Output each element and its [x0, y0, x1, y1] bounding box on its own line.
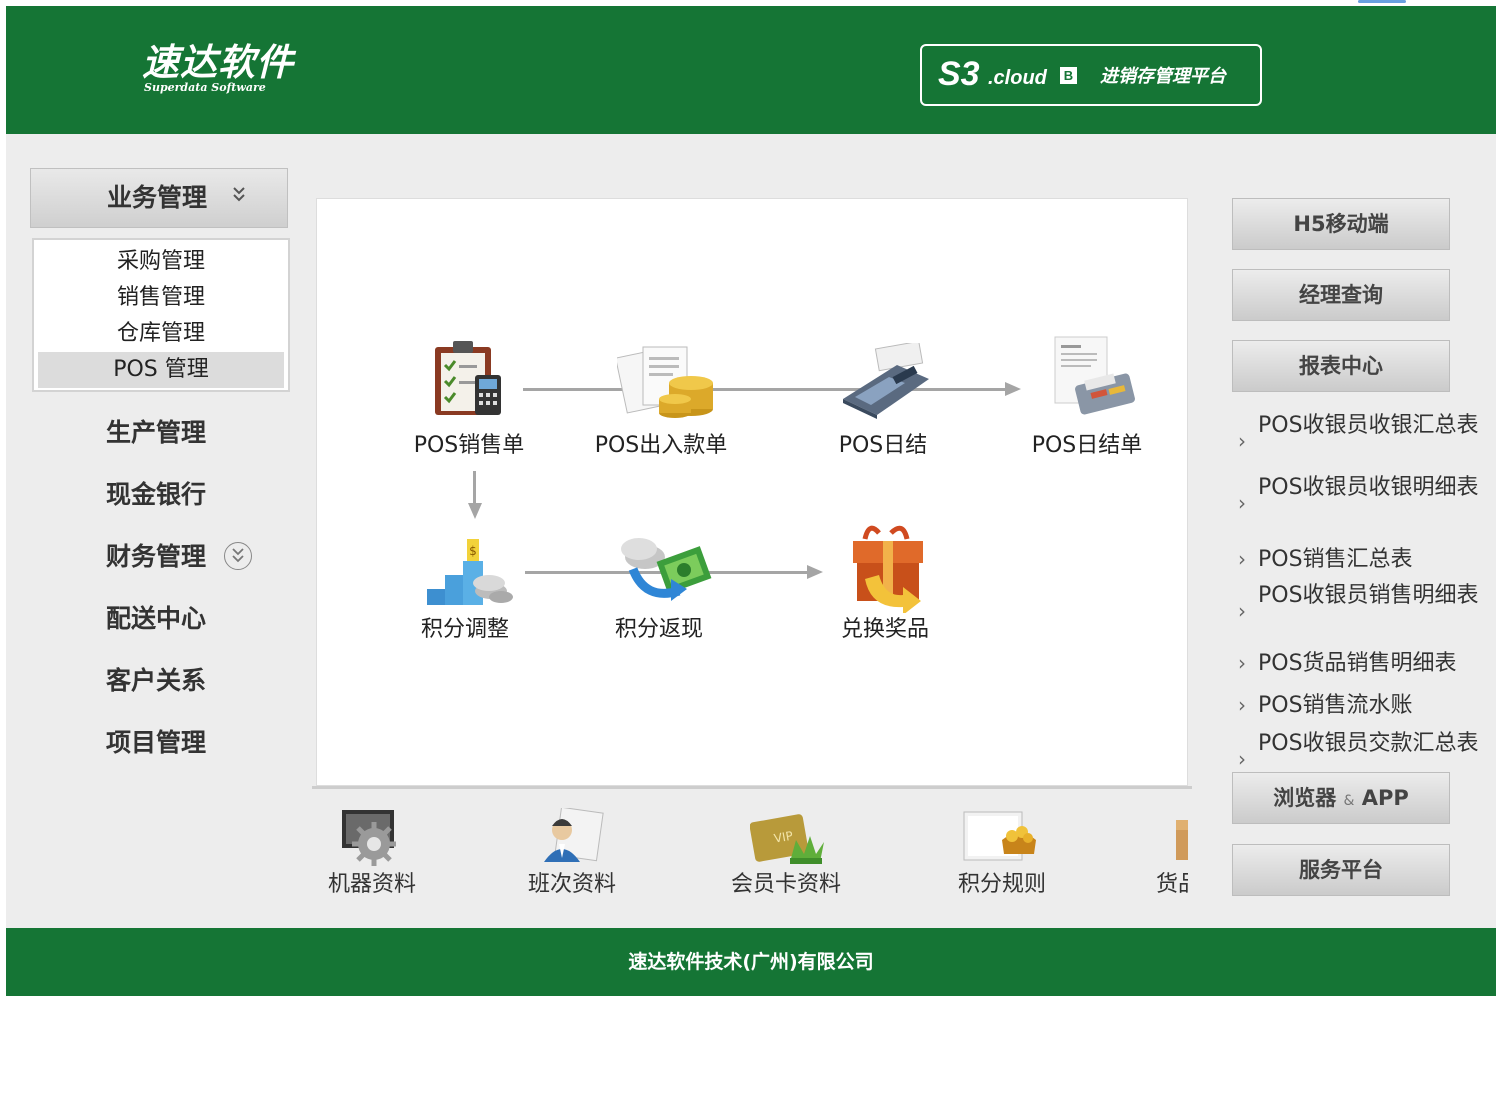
logo-cn: 速达软件 [142, 40, 294, 84]
stairs-coins-icon: $ [419, 529, 515, 613]
report-center-button[interactable]: 报表中心 [1232, 340, 1450, 392]
submenu-business: 采购管理 销售管理 仓库管理 POS 管理 [32, 238, 290, 392]
flow-node-label: POS日结单 [1031, 433, 1143, 458]
submenu-item-sales[interactable]: 销售管理 [34, 280, 288, 316]
strip-item-member-card[interactable]: VIP 会员卡资料 [706, 802, 866, 912]
report-list: › POS收银员收银汇总表 › POS收银员收银明细表 › POS销售汇总表 ›… [1232, 410, 1496, 770]
strip-item-points-rule[interactable]: 积分规则 [922, 802, 1082, 912]
flow-node-redeem-prize[interactable]: 兑换奖品 [795, 523, 975, 649]
submenu-item-warehouse[interactable]: 仓库管理 [34, 316, 288, 352]
receipt-printer-icon [1047, 335, 1137, 423]
browser-app-label-b: APP [1361, 786, 1409, 810]
gift-box-icon [845, 523, 931, 617]
coins-documents-icon [615, 339, 717, 425]
flow-node-label: 兑换奖品 [840, 617, 929, 642]
basic-data-strip: 机器资料 班次资料 VIP 会员卡资料 积分规则 货 [312, 802, 1188, 912]
header: 速达软件 Superdata Software S3 .cloud B 进销存管… [6, 6, 1496, 134]
brand-platform: 进销存管理平台 [1100, 66, 1226, 87]
strip-item-shift[interactable]: 班次资料 [492, 802, 652, 912]
strip-item-machine[interactable]: 机器资料 [312, 802, 452, 912]
flow-node-label: POS日结 [838, 433, 928, 458]
report-item-label: POS收银员收银明细表 [1258, 475, 1479, 500]
nav-item-distribution[interactable]: 配送中心 [106, 602, 206, 636]
panel-divider [312, 786, 1192, 789]
nav-item-production[interactable]: 生产管理 [106, 416, 206, 450]
cash-refund-icon [615, 529, 713, 613]
app-window: 速达软件 Superdata Software S3 .cloud B 进销存管… [6, 6, 1496, 996]
flow-node-label: POS出入款单 [594, 433, 728, 458]
chevron-right-icon: › [1238, 429, 1246, 453]
vip-card-icon: VIP [749, 810, 826, 870]
goods-box-icon [1170, 810, 1188, 870]
pos-flow-panel: POS销售单 POS出入款单 POS日结 POS日结单 $ 积分调整 积分返现 … [316, 198, 1188, 786]
h5-mobile-button[interactable]: H5移动端 [1232, 198, 1450, 250]
report-item-label: POS货品销售明细表 [1258, 651, 1457, 676]
machine-gear-icon [340, 808, 404, 870]
submenu-item-pos[interactable]: POS 管理 [38, 352, 284, 388]
flow-arrow-icon [468, 503, 482, 519]
chevron-right-icon: › [1238, 599, 1246, 623]
svg-text:$: $ [469, 544, 477, 558]
browser-app-button[interactable]: 浏览器 & APP [1232, 772, 1450, 824]
report-item-label: POS收银员收银汇总表 [1258, 413, 1479, 438]
service-platform-button[interactable]: 服务平台 [1232, 844, 1450, 896]
nav-section-business[interactable]: 业务管理 [30, 168, 288, 228]
double-chevron-down-icon [231, 185, 247, 212]
report-item-label: POS收银员交款汇总表 [1258, 731, 1479, 756]
flow-node-pos-daily-report[interactable]: POS日结单 [997, 336, 1177, 469]
clipboard-icon [431, 339, 507, 423]
nav-item-finance[interactable]: 财务管理 [106, 540, 206, 574]
strip-item-label: 班次资料 [527, 872, 616, 897]
flow-node-points-cashback[interactable]: 积分返现 [569, 529, 749, 649]
submenu-item-purchase[interactable]: 采购管理 [34, 244, 288, 280]
nav-section-label: 业务管理 [107, 183, 208, 212]
company-name: 速达软件技术(广州)有限公司 [628, 951, 874, 973]
brand-s3: S3 [938, 55, 980, 93]
nav-item-project[interactable]: 项目管理 [106, 726, 206, 760]
strip-item-goods[interactable]: 货品资料 [1120, 802, 1188, 912]
chevron-right-icon: › [1238, 651, 1246, 675]
report-item-label: POS收银员销售明细表 [1258, 583, 1479, 608]
flow-node-label: 积分返现 [614, 617, 703, 642]
browser-app-label-a: 浏览器 [1273, 786, 1337, 810]
flow-node-label: POS销售单 [413, 433, 525, 458]
footer: 速达软件技术(广州)有限公司 [6, 928, 1496, 996]
report-item-label: POS销售流水账 [1258, 693, 1413, 718]
nav-item-crm[interactable]: 客户关系 [106, 664, 206, 698]
flow-node-pos-cash-inout[interactable]: POS出入款单 [571, 339, 751, 469]
manager-query-button[interactable]: 经理查询 [1232, 269, 1450, 321]
flow-node-pos-daily-close[interactable]: POS日结 [793, 339, 973, 469]
strip-item-label: 积分规则 [957, 872, 1046, 897]
brand-edition-badge: B [1060, 67, 1077, 84]
strip-item-label: 机器资料 [327, 872, 416, 897]
chevron-right-icon: › [1238, 747, 1246, 770]
chevron-right-icon: › [1238, 491, 1246, 515]
points-rule-icon [962, 810, 1042, 870]
nav-item-cash-bank[interactable]: 现金银行 [106, 478, 206, 512]
flow-node-pos-sales[interactable]: POS销售单 [379, 339, 559, 469]
flow-connector [473, 471, 476, 505]
brand-cloud: .cloud [988, 67, 1047, 89]
strip-item-label: 会员卡资料 [730, 872, 841, 897]
circle-chevron-down-icon[interactable] [224, 542, 252, 570]
card-terminal-icon [837, 340, 937, 423]
chevron-right-icon: › [1238, 693, 1246, 717]
flow-node-label: 积分调整 [420, 617, 509, 642]
logo: 速达软件 Superdata Software [142, 42, 294, 94]
report-item-label: POS销售汇总表 [1258, 547, 1413, 572]
browser-app-amp: & [1343, 793, 1355, 809]
flow-node-points-adjust[interactable]: $ 积分调整 [375, 529, 555, 649]
chevron-right-icon: › [1238, 547, 1246, 571]
top-accent [1358, 0, 1406, 3]
staff-card-icon [538, 806, 608, 870]
strip-item-label: 货品资料 [1155, 872, 1188, 897]
product-brand: S3 .cloud B 进销存管理平台 [920, 44, 1262, 106]
